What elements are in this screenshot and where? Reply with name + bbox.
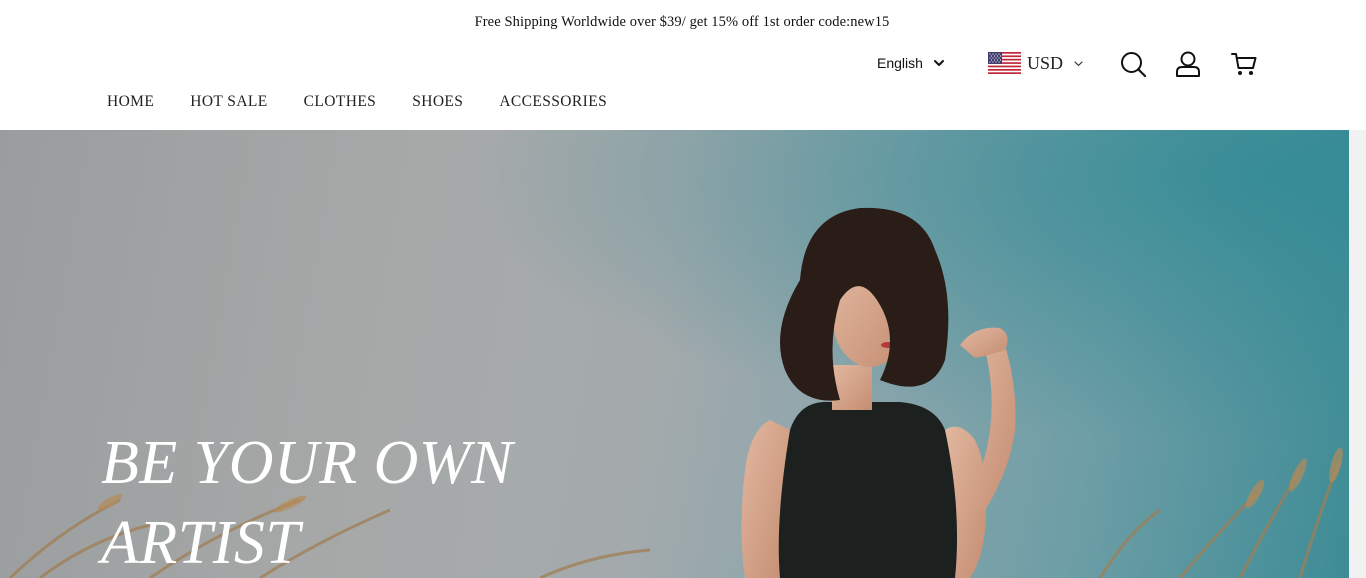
nav-item-accessories[interactable]: ACCESSORIES [499, 93, 607, 111]
chevron-down-icon [1074, 60, 1083, 66]
nav-item-shoes[interactable]: SHOES [412, 93, 463, 111]
announcement-text: Free Shipping Worldwide over $39/ get 15… [474, 13, 890, 30]
main-nav: HOME HOT SALE CLOTHES SHOES ACCESSORIES [107, 93, 643, 111]
nav-item-home[interactable]: HOME [107, 93, 154, 111]
nav-item-hot-sale[interactable]: HOT SALE [190, 93, 267, 111]
cart-icon[interactable] [1230, 50, 1258, 78]
hero-title-line-1: BE YOUR OWN [101, 429, 513, 497]
language-selector[interactable]: English [877, 55, 945, 71]
currency-selector[interactable]: USD [988, 52, 1084, 74]
page-scrollbar[interactable] [1349, 130, 1366, 578]
chevron-down-icon [933, 60, 944, 66]
search-icon[interactable] [1119, 50, 1147, 78]
site-header: English USD HOME HOT SALE CLOTHES SHOES … [0, 44, 1366, 130]
hero-title: BE YOUR OWN ARTIST [101, 423, 661, 578]
language-label: English [877, 55, 923, 71]
hero-banner[interactable]: BE YOUR OWN ARTIST [0, 130, 1349, 578]
account-icon[interactable] [1174, 50, 1202, 78]
hero-title-line-2: ARTIST [101, 509, 301, 577]
announcement-bar: Free Shipping Worldwide over $39/ get 15… [0, 0, 1366, 44]
page: Free Shipping Worldwide over $39/ get 15… [0, 0, 1366, 578]
us-flag-icon [988, 52, 1021, 74]
currency-label: USD [1027, 52, 1064, 73]
nav-item-clothes[interactable]: CLOTHES [304, 93, 377, 111]
